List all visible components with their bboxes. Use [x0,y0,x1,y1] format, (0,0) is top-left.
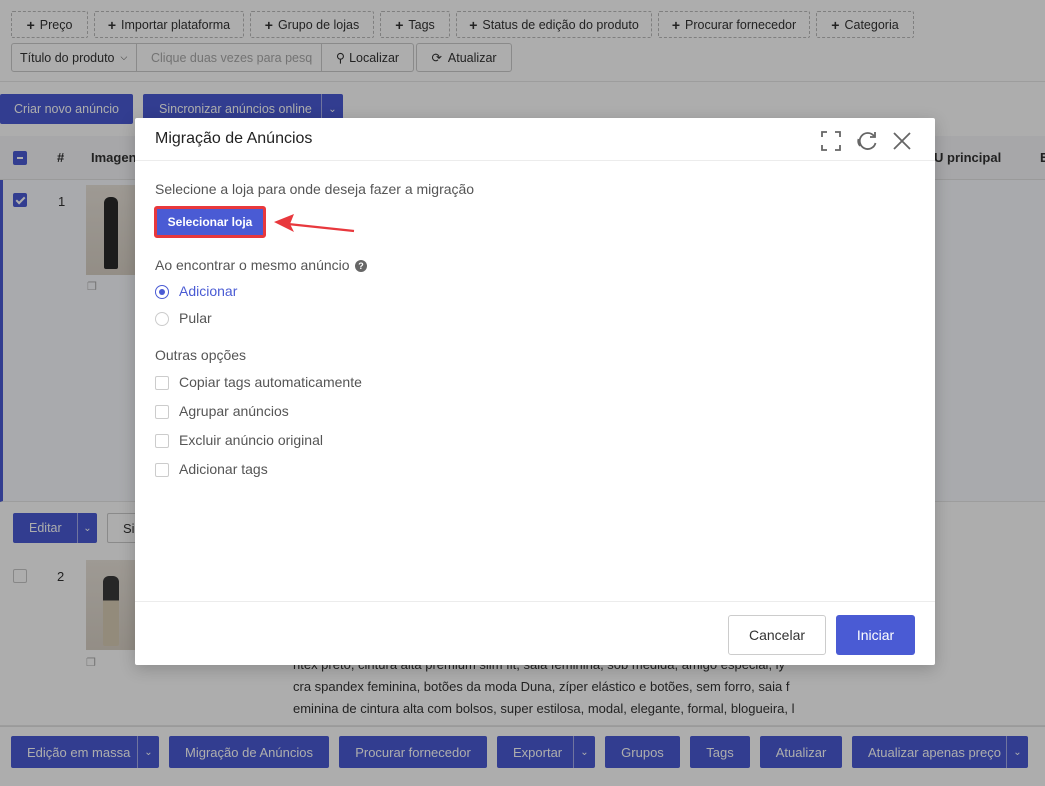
select-store-label: Selecionar loja [167,215,253,229]
option-label[interactable]: Excluir anúncio original [179,432,323,448]
select-store-prompt: Selecione a loja para onde deseja fazer … [155,181,475,197]
checkbox-copy-tags[interactable] [155,376,169,390]
checkbox-delete-original[interactable] [155,434,169,448]
radio-add[interactable] [155,285,169,299]
select-store-button[interactable]: Selecionar loja [154,206,266,238]
other-options-label: Outras opções [155,347,247,363]
radio-skip[interactable] [155,312,169,326]
option-label[interactable]: Adicionar tags [179,461,268,477]
red-arrow-icon [274,214,355,233]
start-label: Iniciar [856,627,895,643]
same-listing-label: Ao encontrar o mesmo anúncio [155,257,350,273]
radio-skip-label[interactable]: Pular [179,310,212,326]
radio-add-label[interactable]: Adicionar [179,283,237,299]
cancel-button[interactable]: Cancelar [728,615,826,655]
fullscreen-icon[interactable] [820,130,842,152]
modal-header: Migração de Anúncios [135,118,935,161]
checkbox-group-listings[interactable] [155,405,169,419]
checkbox-add-tags[interactable] [155,463,169,477]
refresh-icon[interactable] [856,130,878,152]
close-icon[interactable] [891,130,913,152]
option-label[interactable]: Copiar tags automaticamente [179,374,362,390]
help-icon[interactable]: ? [355,260,367,272]
start-button[interactable]: Iniciar [836,615,915,655]
migration-modal: Migração de Anúncios Selecione a loja pa… [135,118,935,665]
cancel-label: Cancelar [748,627,806,643]
option-label[interactable]: Agrupar anúncios [179,403,289,419]
modal-footer: Cancelar Iniciar [135,601,935,665]
modal-title: Migração de Anúncios [155,130,313,147]
